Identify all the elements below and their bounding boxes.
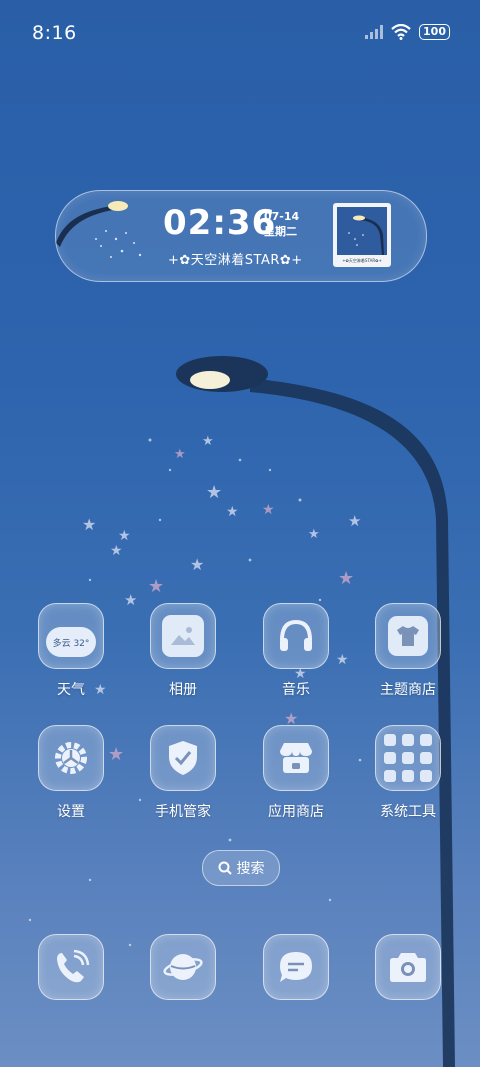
headphones-icon — [263, 603, 329, 669]
battery-indicator: 100 — [419, 24, 450, 40]
svg-text:★: ★ — [148, 576, 164, 597]
dock-browser[interactable] — [128, 934, 238, 1000]
app-label: 应用商店 — [268, 804, 324, 820]
svg-text:★: ★ — [262, 502, 275, 518]
dock-phone[interactable] — [16, 934, 126, 1000]
svg-text:★: ★ — [202, 434, 214, 449]
widget-lamp-illustration — [56, 201, 142, 258]
app-label: 主题商店 — [380, 682, 436, 698]
svg-text:★: ★ — [174, 447, 186, 462]
status-icons: 100 — [365, 24, 450, 40]
tshirt-icon — [375, 603, 441, 669]
shield-check-icon — [150, 725, 216, 791]
signal-icon — [365, 25, 384, 39]
svg-text:★: ★ — [118, 528, 131, 544]
svg-text:★: ★ — [348, 512, 361, 530]
app-system-tools-folder[interactable]: 系统工具 — [353, 725, 463, 821]
clock-widget[interactable]: 02:36 07-14 星期二 +✿天空淋着STAR✿+ +✿天空淋着STAR✿… — [55, 190, 427, 282]
status-time: 8:16 — [32, 22, 77, 44]
app-label: 设置 — [57, 804, 85, 820]
wifi-icon — [391, 24, 411, 40]
svg-text:★: ★ — [82, 515, 96, 534]
svg-text:★: ★ — [338, 568, 354, 589]
widget-photo-caption: +✿天空淋着STAR✿+ — [342, 258, 382, 263]
svg-text:★: ★ — [308, 527, 320, 542]
folder-preview-grid — [384, 734, 432, 782]
widget-weekday: 星期二 — [264, 225, 297, 238]
search-button[interactable]: 搜索 — [202, 850, 280, 886]
camera-icon — [375, 934, 441, 1000]
gear-icon — [38, 725, 104, 791]
widget-clock-time: 02:36 — [163, 203, 277, 243]
widget-caption: +✿天空淋着STAR✿+ — [168, 253, 303, 268]
weather-icon: 多云 32° — [38, 603, 104, 669]
message-icon — [263, 934, 329, 1000]
app-music[interactable]: 音乐 — [241, 603, 351, 699]
search-label: 搜索 — [236, 861, 265, 877]
wallpaper-lamp-illustration: ★ ★ ★ ★ ★ ★ ★ ★ ★ ★ ★ ★ ★ ★ ★ ★ ★ ★ ★ — [28, 356, 455, 1067]
svg-text:★: ★ — [226, 504, 239, 520]
app-label: 手机管家 — [155, 804, 211, 820]
svg-text:★: ★ — [190, 555, 204, 574]
dock-camera[interactable] — [353, 934, 463, 1000]
app-label: 系统工具 — [380, 804, 436, 820]
app-label: 天气 — [57, 682, 85, 698]
app-phone-manager[interactable]: 手机管家 — [128, 725, 238, 821]
status-bar: 8:16 100 — [0, 0, 480, 68]
app-gallery[interactable]: 相册 — [128, 603, 238, 699]
app-app-store[interactable]: 应用商店 — [241, 725, 351, 821]
app-label: 相册 — [169, 682, 197, 698]
svg-text:★: ★ — [110, 543, 123, 559]
dock-messages[interactable] — [241, 934, 351, 1000]
folder-icon — [375, 725, 441, 791]
search-icon — [218, 861, 232, 875]
store-icon — [263, 725, 329, 791]
phone-icon — [38, 934, 104, 1000]
browser-planet-icon — [150, 934, 216, 1000]
gallery-icon — [150, 603, 216, 669]
widget-date-day: 07-14 — [264, 210, 300, 223]
widget-date: 07-14 星期二 — [264, 209, 299, 239]
app-weather[interactable]: 多云 32° 天气 — [16, 603, 126, 699]
svg-text:★: ★ — [206, 482, 222, 503]
app-theme-store[interactable]: 主题商店 — [353, 603, 463, 699]
widget-photo-image — [337, 207, 387, 255]
app-settings[interactable]: 设置 — [16, 725, 126, 821]
widget-photo: +✿天空淋着STAR✿+ — [333, 203, 391, 267]
app-label: 音乐 — [282, 682, 310, 698]
weather-summary: 多云 32° — [52, 638, 90, 649]
